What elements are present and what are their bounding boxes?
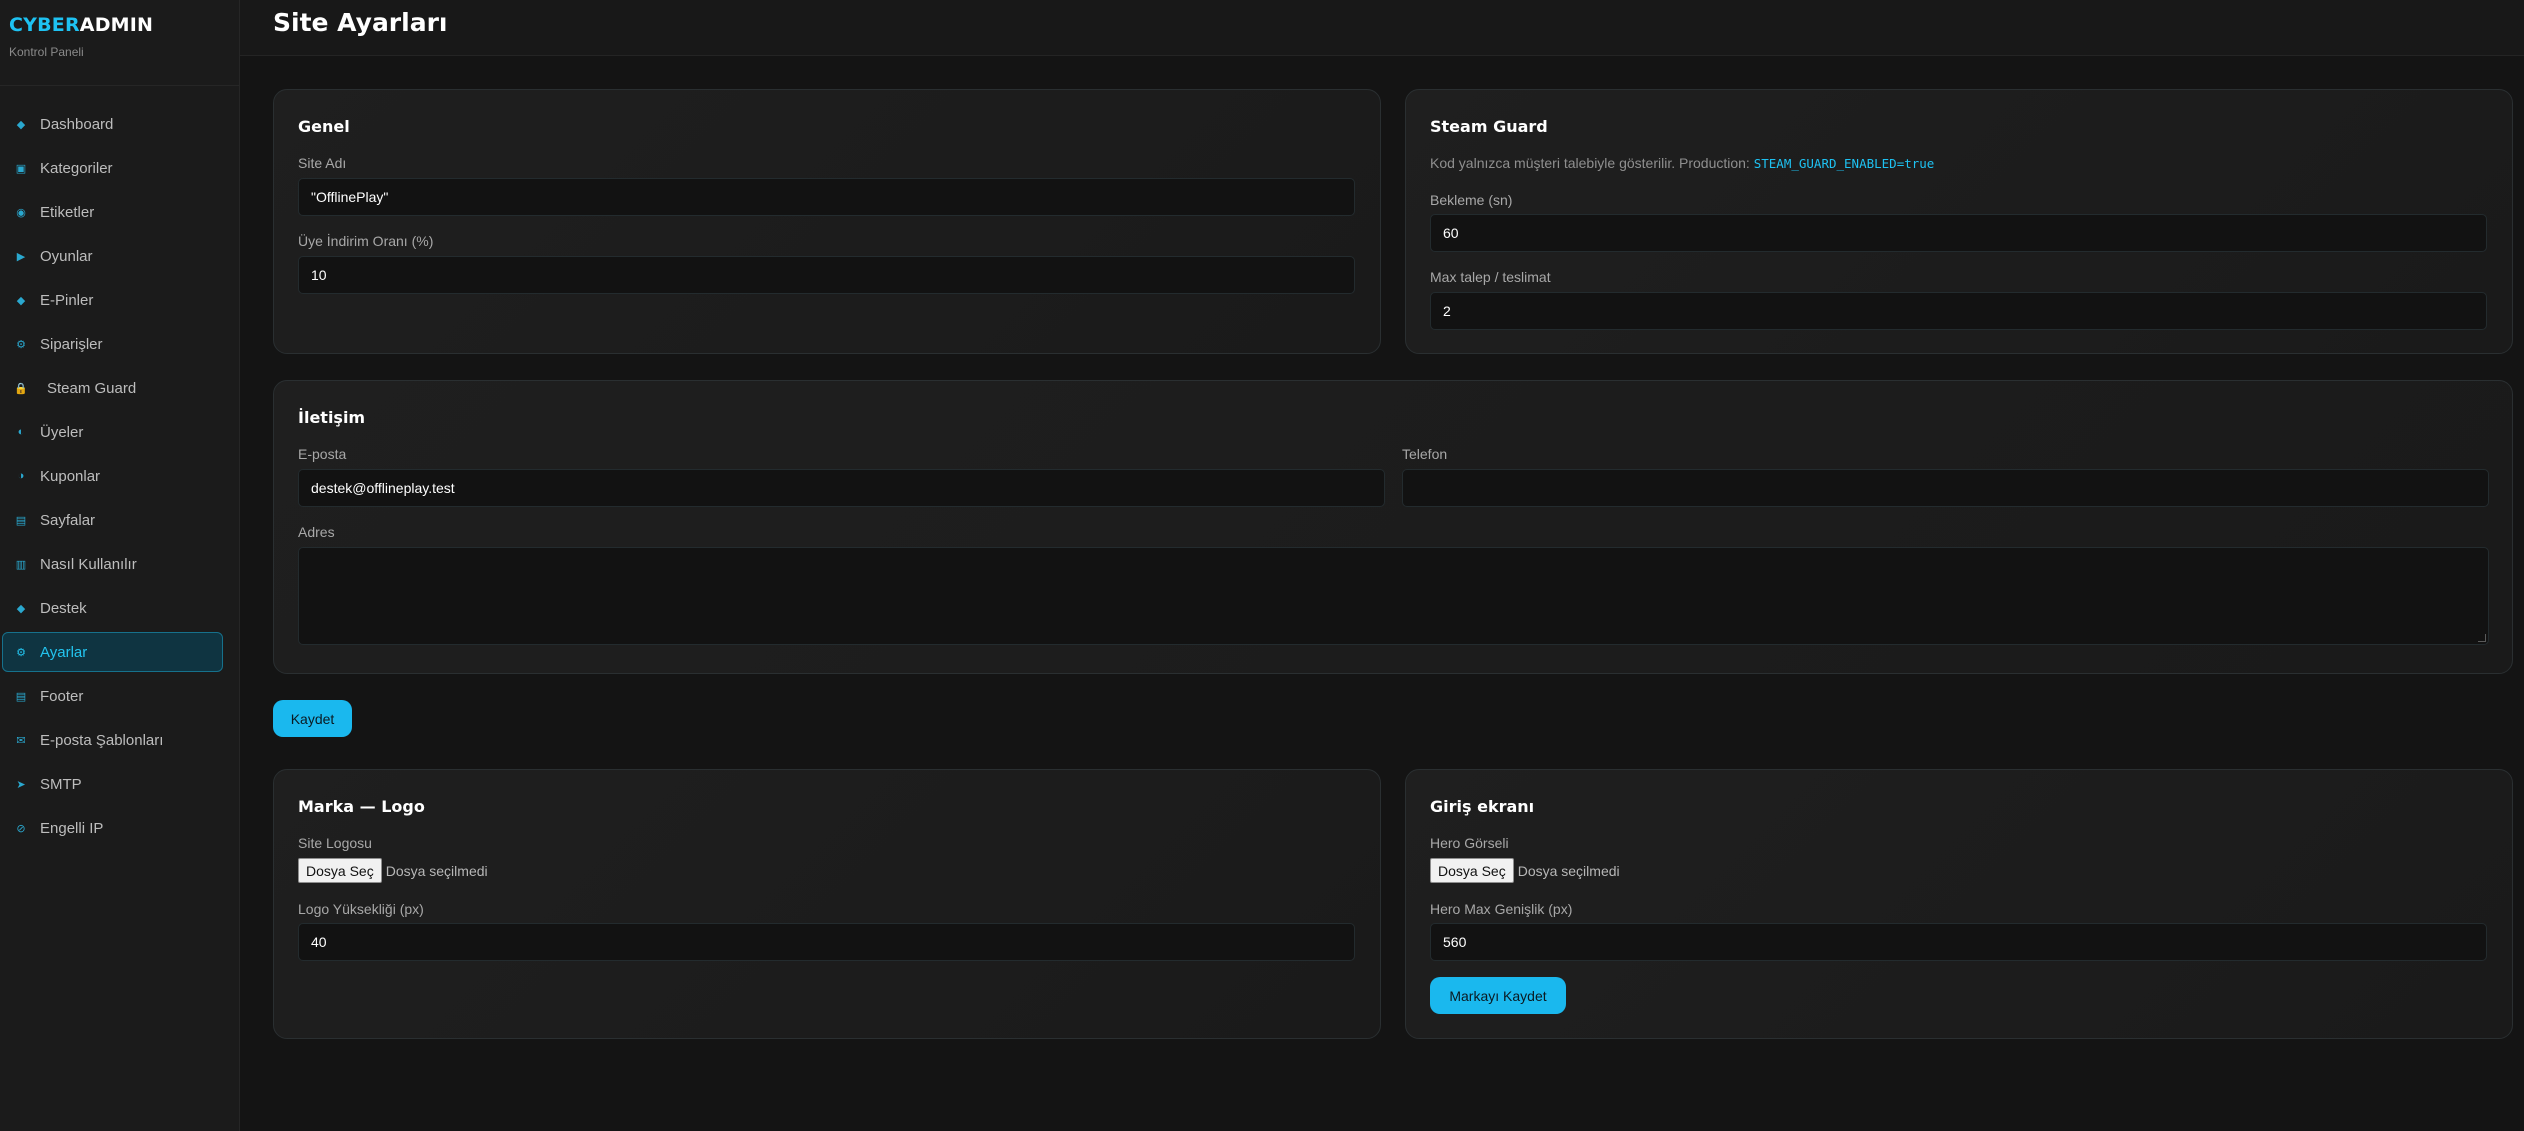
- general-card: Genel Site Adı "OfflinePlay" Üye İndirim…: [273, 89, 1381, 354]
- logo-height-label: Logo Yüksekliği (px): [298, 901, 424, 917]
- site-name-label: Site Adı: [298, 155, 347, 171]
- sidebar-item-oyunlar[interactable]: ▶ Oyunlar: [2, 236, 237, 276]
- brand-logo[interactable]: CYBERADMIN: [9, 14, 239, 36]
- sidebar-item-label: Etiketler: [40, 203, 95, 221]
- sidebar-item-label: Destek: [40, 599, 87, 617]
- discount-input[interactable]: 10: [298, 256, 1355, 294]
- user-icon: ◐: [17, 426, 25, 438]
- logo-file-status: Dosya seçilmedi: [385, 862, 488, 879]
- sidebar-item-e-pinler[interactable]: ◆ E-Pinler: [2, 280, 237, 320]
- env-code: STEAM_GUARD_ENABLED=true: [1753, 156, 1935, 171]
- sidebar-item-ayarlar[interactable]: ⚙ Ayarlar: [2, 632, 223, 672]
- brand-subtitle: Kontrol Paneli: [9, 45, 84, 59]
- hero-file-input[interactable]: Dosya Seç Dosya seçilmedi: [1430, 858, 1620, 883]
- hero-choose-file-button[interactable]: Dosya Seç: [1430, 858, 1514, 883]
- brand: CYBERADMIN Kontrol Paneli: [0, 0, 239, 86]
- max-requests-label: Max talep / teslimat: [1430, 269, 1551, 285]
- brand-logo-title: Marka — Logo: [298, 797, 425, 816]
- sidebar-item-label: Üyeler: [40, 423, 84, 441]
- sidebar-item-label: Footer: [40, 687, 84, 705]
- sidebar-item-kuponlar[interactable]: ◑ Kuponlar: [2, 456, 237, 496]
- sidebar-item-steam-guard[interactable]: 🔒 Steam Guard: [2, 368, 237, 408]
- lock-icon: 🔒: [14, 382, 28, 395]
- hero-image-label: Hero Görseli: [1430, 835, 1509, 851]
- sidebar-item-label: Steam Guard: [47, 379, 137, 397]
- sidebar-item-label: Kuponlar: [40, 467, 101, 485]
- page-header: Site Ayarları: [240, 0, 2524, 56]
- steam-guard-title: Steam Guard: [1430, 117, 1548, 136]
- sidebar-item-label: Nasıl Kullanılır: [40, 555, 137, 573]
- sidebar: CYBERADMIN Kontrol Paneli ◆ Dashboard ▣ Kat…: [0, 0, 240, 1131]
- email-input[interactable]: destek@offlineplay.test: [298, 469, 1385, 507]
- steam-guard-card: Steam Guard Kod yalnızca müşteri talebiy…: [1405, 89, 2513, 354]
- save-brand-button[interactable]: Markayı Kaydet: [1430, 977, 1566, 1014]
- resize-handle[interactable]: [2478, 634, 2486, 642]
- sidebar-nav: ◆ Dashboard ▣ Kategoriler ◉ Etiketler ▶ Oyunlar…: [0, 104, 239, 848]
- coupon-icon: ◑: [17, 470, 25, 482]
- sidebar-item-label: Sayfalar: [40, 511, 96, 529]
- sidebar-item-label: E-Pinler: [40, 291, 94, 309]
- login-screen-card: Giriş ekranı Hero Görseli Dosya Seç Dosy…: [1405, 769, 2513, 1039]
- cooldown-label: Bekleme (sn): [1430, 192, 1513, 208]
- folder-icon: ▣: [15, 162, 27, 175]
- sidebar-item-label: Dashboard: [40, 115, 114, 133]
- email-label: E-posta: [298, 446, 347, 462]
- sidebar-item-dashboard[interactable]: ◆ Dashboard: [2, 104, 237, 144]
- logo-height-input[interactable]: 40: [298, 923, 1355, 961]
- sidebar-item-sayfalar[interactable]: ▤ Sayfalar: [2, 500, 237, 540]
- contact-title: İletişim: [298, 408, 366, 427]
- sidebar-item-smtp[interactable]: ➤ SMTP: [2, 764, 237, 804]
- play-icon: ▶: [16, 250, 26, 263]
- mail-icon: ✉: [16, 734, 26, 747]
- general-title: Genel: [298, 117, 350, 136]
- site-name-input[interactable]: "OfflinePlay": [298, 178, 1355, 216]
- diamond-icon: ◆: [16, 294, 26, 307]
- gear-icon: ⚙: [16, 338, 26, 351]
- page-icon: ▤: [15, 514, 27, 527]
- logo-label: Site Logosu: [298, 835, 372, 851]
- page-title: Site Ayarları: [273, 8, 448, 37]
- sidebar-item-label: Engelli IP: [40, 819, 104, 837]
- save-button[interactable]: Kaydet: [273, 700, 352, 737]
- login-screen-title: Giriş ekranı: [1430, 797, 1535, 816]
- sidebar-item-label: Ayarlar: [40, 643, 88, 661]
- hero-file-status: Dosya seçilmedi: [1517, 862, 1620, 879]
- support-icon: ◆: [16, 602, 26, 615]
- phone-label: Telefon: [1402, 446, 1448, 462]
- sidebar-item-siparişler[interactable]: ⚙ Siparişler: [2, 324, 237, 364]
- phone-input[interactable]: [1402, 469, 2489, 507]
- diamond-icon: ◆: [16, 118, 26, 131]
- sidebar-item-label: E-posta Şablonları: [40, 731, 164, 749]
- logo-file-input[interactable]: Dosya Seç Dosya seçilmedi: [298, 858, 488, 883]
- cooldown-input[interactable]: 60: [1430, 214, 2487, 252]
- settings-icon: ⚙: [16, 646, 26, 659]
- sidebar-item-üyeler[interactable]: ◐ Üyeler: [2, 412, 237, 452]
- hero-width-input[interactable]: 560: [1430, 923, 2487, 961]
- send-icon: ➤: [16, 778, 26, 791]
- sidebar-item-destek[interactable]: ◆ Destek: [2, 588, 237, 628]
- sidebar-item-label: Oyunlar: [40, 247, 93, 265]
- address-label: Adres: [298, 524, 335, 540]
- sidebar-item-label: Siparişler: [40, 335, 103, 353]
- sidebar-item-nasıl-kullanılır[interactable]: ▥ Nasıl Kullanılır: [2, 544, 237, 584]
- address-textarea[interactable]: [298, 547, 2489, 645]
- sidebar-item-kategoriler[interactable]: ▣ Kategoriler: [2, 148, 237, 188]
- sidebar-item-label: SMTP: [40, 775, 82, 793]
- hero-width-label: Hero Max Genişlik (px): [1430, 901, 1573, 917]
- block-icon: ⊘: [16, 822, 26, 835]
- max-requests-input[interactable]: 2: [1430, 292, 2487, 330]
- sidebar-item-footer[interactable]: ▤ Footer: [2, 676, 237, 716]
- discount-label: Üye İndirim Oranı (%): [298, 233, 434, 249]
- sidebar-item-engelli-ip[interactable]: ⊘ Engelli IP: [2, 808, 237, 848]
- footer-icon: ▤: [15, 690, 27, 703]
- sidebar-item-e-posta-şablonları[interactable]: ✉ E-posta Şablonları: [2, 720, 237, 760]
- sidebar-item-label: Kategoriler: [40, 159, 113, 177]
- book-icon: ▥: [15, 558, 27, 571]
- contact-card: İletişim E-posta destek@offlineplay.test…: [273, 380, 2513, 674]
- tag-icon: ◉: [16, 206, 26, 219]
- sidebar-item-etiketler[interactable]: ◉ Etiketler: [2, 192, 237, 232]
- logo-choose-file-button[interactable]: Dosya Seç: [298, 858, 382, 883]
- brand-logo-card: Marka — Logo Site Logosu Dosya Seç Dosya…: [273, 769, 1381, 1039]
- steam-guard-note: Kod yalnızca müşteri talebiyle gösterili…: [1430, 155, 1935, 171]
